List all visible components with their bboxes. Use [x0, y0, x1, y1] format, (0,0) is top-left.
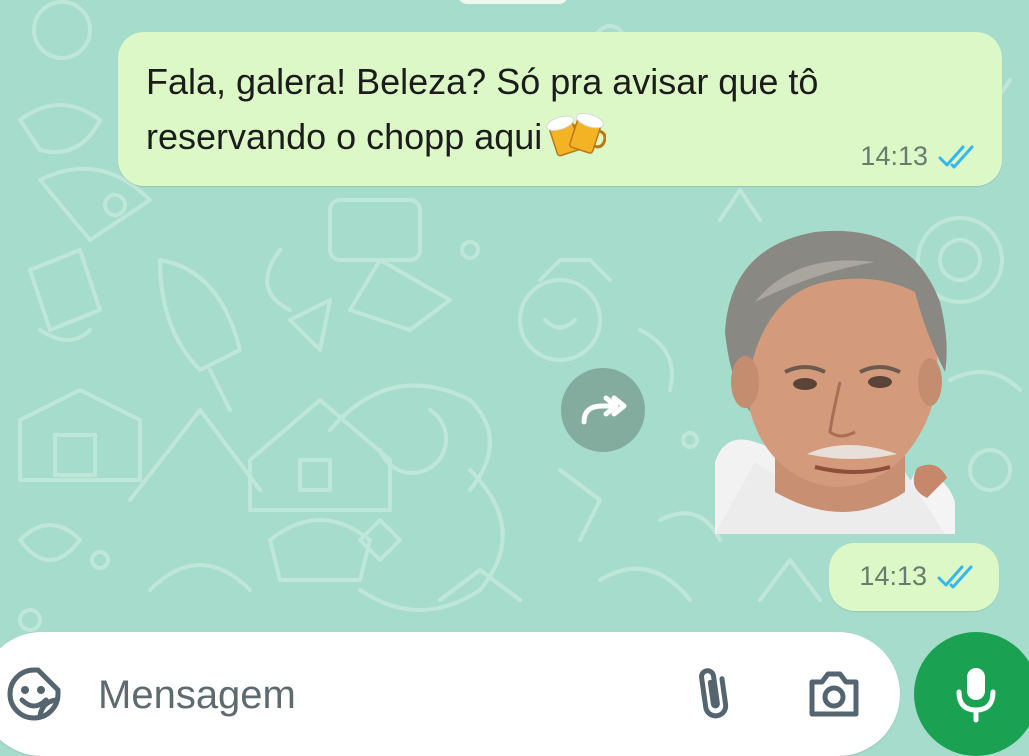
message-composer: [0, 632, 900, 756]
sticker-icon[interactable]: [6, 666, 62, 722]
outgoing-message-bubble[interactable]: Fala, galera! Beleza? Só pra avisar que …: [118, 32, 1002, 186]
forward-icon: [581, 395, 627, 425]
sticker-time-bubble: 14:13: [829, 543, 999, 611]
message-time: 14:13: [860, 141, 928, 171]
message-text-content: Fala, galera! Beleza? Só pra avisar que …: [146, 61, 819, 157]
read-receipt-icon: [937, 565, 973, 588]
attach-icon[interactable]: [690, 666, 738, 722]
message-time: 14:13: [859, 561, 927, 591]
smiling-man-sticker[interactable]: [715, 222, 955, 534]
message-meta: 14:13: [860, 141, 978, 172]
message-meta: 14:13: [859, 561, 977, 592]
read-receipt-icon: [938, 145, 974, 168]
camera-icon[interactable]: [806, 668, 862, 720]
date-chip: [458, 0, 568, 4]
message-input[interactable]: [96, 668, 620, 722]
mic-button[interactable]: [914, 632, 1029, 756]
mic-icon: [956, 668, 996, 723]
message-text: Fala, galera! Beleza? Só pra avisar que …: [146, 54, 886, 164]
beer-mugs-emoji: [546, 112, 607, 157]
forward-button[interactable]: [561, 368, 645, 452]
